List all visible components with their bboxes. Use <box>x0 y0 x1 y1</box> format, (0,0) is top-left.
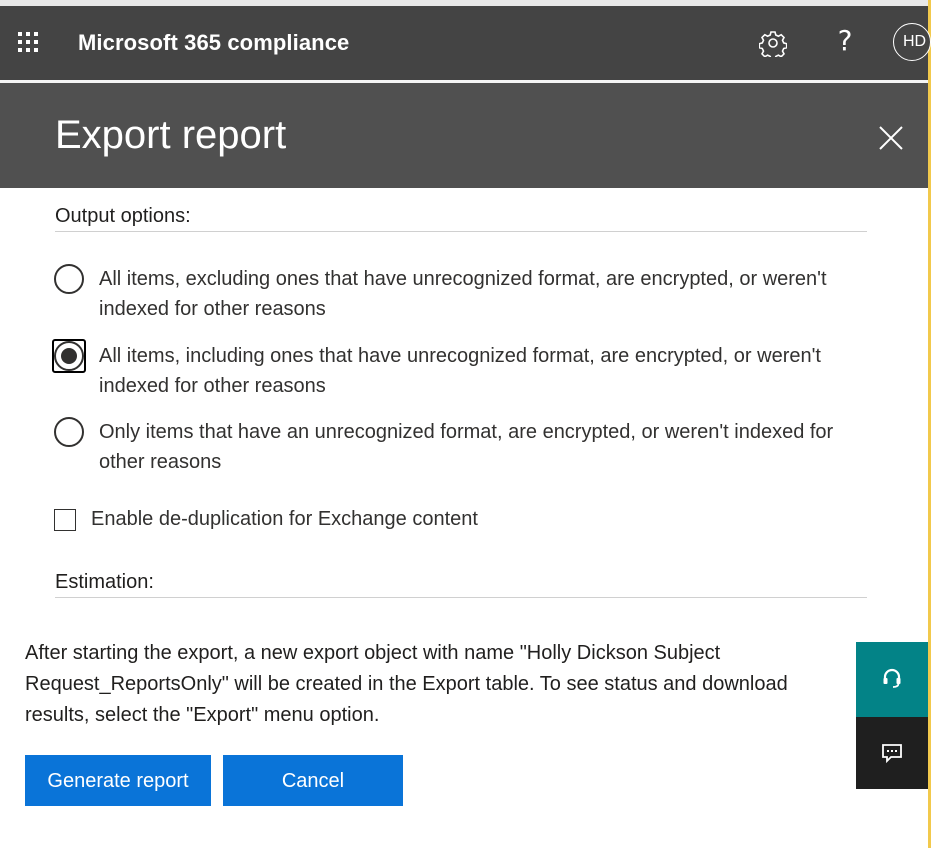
radio-button[interactable] <box>54 264 84 294</box>
feedback-icon <box>882 744 902 764</box>
panel-header: Export report <box>0 83 928 188</box>
panel-title: Export report <box>55 113 287 157</box>
dedup-checkbox-label: Enable de-duplication for Exchange conte… <box>91 508 478 530</box>
close-icon[interactable] <box>878 125 904 151</box>
radio-dot <box>61 348 77 364</box>
radio-button-selected[interactable] <box>54 341 84 371</box>
waffle-icon[interactable] <box>16 30 40 54</box>
radio-option-label: All items, excluding ones that have unre… <box>99 268 827 320</box>
headset-icon <box>883 668 901 688</box>
avatar[interactable]: HD <box>893 23 931 61</box>
section-divider <box>55 597 867 598</box>
radio-option-label: All items, including ones that have unre… <box>99 345 821 397</box>
cancel-button[interactable]: Cancel <box>223 755 403 806</box>
radio-option-excluding[interactable]: All items, excluding ones that have unre… <box>53 264 868 326</box>
dedup-checkbox-row[interactable]: Enable de-duplication for Exchange conte… <box>54 508 554 537</box>
dedup-checkbox[interactable] <box>54 509 76 531</box>
output-options-label: Output options: <box>55 205 191 227</box>
estimation-label: Estimation: <box>55 571 154 593</box>
app-title[interactable]: Microsoft 365 compliance <box>78 30 349 56</box>
radio-option-only-unindexed[interactable]: Only items that have an unrecognized for… <box>53 417 868 479</box>
export-info-text: After starting the export, a new export … <box>25 642 788 726</box>
feedback-button[interactable] <box>856 717 928 789</box>
radio-option-label: Only items that have an unrecognized for… <box>99 421 834 473</box>
generate-report-button[interactable]: Generate report <box>25 755 211 806</box>
suite-header: Microsoft 365 compliance ? HD <box>0 6 931 80</box>
radio-option-including[interactable]: All items, including ones that have unre… <box>52 339 868 403</box>
section-divider <box>55 231 867 232</box>
help-icon[interactable]: ? <box>833 24 857 58</box>
radio-button[interactable] <box>54 417 84 447</box>
gear-icon[interactable] <box>759 29 787 57</box>
support-button[interactable] <box>856 642 928 717</box>
